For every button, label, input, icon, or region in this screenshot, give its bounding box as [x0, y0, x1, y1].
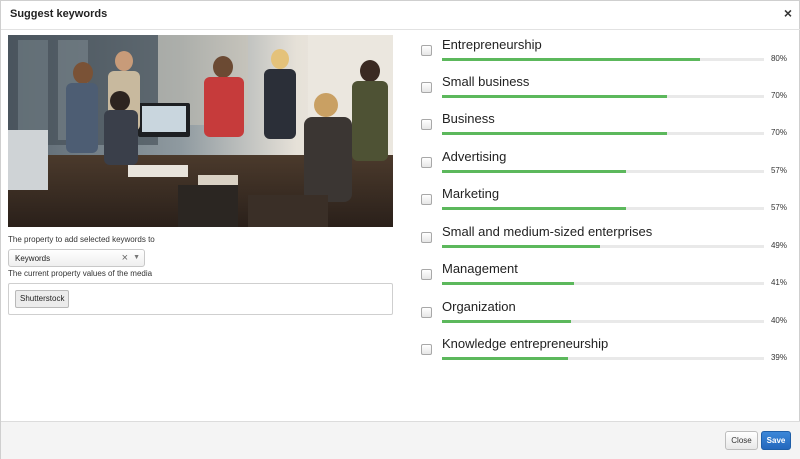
relevance-fill: [442, 58, 700, 61]
property-select[interactable]: Keywords × ▼: [8, 249, 145, 267]
keyword-label: Entrepreneurship: [442, 37, 542, 52]
value-tag: Shutterstock: [15, 290, 70, 308]
keyword-row: Organization 40%: [421, 299, 791, 335]
relevance-fill: [442, 95, 668, 98]
current-values-label: The current property values of the media: [8, 269, 153, 278]
dialog-title: Suggest keywords: [10, 8, 108, 20]
keyword-row: Small and medium-sized enterprises 49%: [421, 224, 791, 260]
relevance-bar: [442, 245, 764, 248]
relevance-percent: 70%: [770, 91, 787, 100]
relevance-bar: [442, 320, 764, 323]
keyword-row: Small business 70%: [421, 74, 791, 110]
relevance-bar: [442, 95, 764, 98]
relevance-bar: [442, 207, 764, 210]
suggest-keywords-dialog: Suggest keywords × The property to add s…: [0, 0, 800, 459]
relevance-bar: [442, 282, 764, 285]
relevance-fill: [442, 132, 668, 135]
relevance-fill: [442, 170, 626, 173]
relevance-bar: [442, 58, 764, 61]
keyword-row: Entrepreneurship 80%: [421, 37, 791, 73]
keyword-checkbox[interactable]: [421, 157, 432, 168]
relevance-percent: 39%: [770, 353, 787, 362]
keyword-checkbox[interactable]: [421, 119, 432, 130]
property-label: The property to add selected keywords to: [8, 235, 155, 244]
relevance-fill: [442, 207, 626, 210]
close-button[interactable]: Close: [725, 431, 758, 450]
relevance-fill: [442, 357, 568, 360]
keyword-label: Small business: [442, 74, 530, 89]
relevance-fill: [442, 245, 600, 248]
save-button[interactable]: Save: [761, 431, 791, 450]
office-team-photo: [8, 35, 393, 227]
keyword-label: Small and medium-sized enterprises: [442, 224, 653, 239]
keyword-checkbox[interactable]: [421, 194, 432, 205]
relevance-bar: [442, 132, 764, 135]
relevance-percent: 57%: [770, 166, 787, 175]
relevance-percent: 80%: [770, 54, 787, 63]
clear-icon[interactable]: ×: [122, 252, 128, 264]
keyword-row: Business 70%: [421, 111, 791, 147]
keyword-label: Business: [442, 111, 495, 126]
close-icon[interactable]: ×: [784, 6, 792, 20]
media-photo: [8, 35, 393, 227]
keyword-checkbox[interactable]: [421, 45, 432, 56]
keyword-row: Advertising 57%: [421, 149, 791, 185]
dialog-header: Suggest keywords ×: [1, 1, 800, 30]
keyword-label: Knowledge entrepreneurship: [442, 336, 609, 351]
relevance-bar: [442, 170, 764, 173]
dialog-footer: Close Save: [1, 421, 800, 459]
relevance-percent: 41%: [770, 278, 787, 287]
keyword-checkbox[interactable]: [421, 269, 432, 280]
keyword-checkbox[interactable]: [421, 344, 432, 355]
keyword-label: Management: [442, 261, 518, 276]
keyword-label: Advertising: [442, 149, 507, 164]
keyword-row: Marketing 57%: [421, 186, 791, 222]
keyword-label: Organization: [442, 299, 516, 314]
property-select-value: Keywords: [15, 254, 51, 263]
relevance-fill: [442, 320, 571, 323]
keyword-label: Marketing: [442, 186, 500, 201]
current-values-box: Shutterstock: [8, 283, 393, 315]
relevance-bar: [442, 357, 764, 360]
keyword-checkbox[interactable]: [421, 232, 432, 243]
chevron-down-icon[interactable]: ▼: [133, 254, 140, 261]
keyword-row: Management 41%: [421, 261, 791, 297]
keyword-checkbox[interactable]: [421, 307, 432, 318]
relevance-percent: 57%: [770, 203, 787, 212]
relevance-fill: [442, 282, 575, 285]
relevance-percent: 49%: [770, 241, 787, 250]
keyword-checkbox[interactable]: [421, 82, 432, 93]
keyword-row: Knowledge entrepreneurship 39%: [421, 336, 791, 372]
relevance-percent: 70%: [770, 128, 787, 137]
relevance-percent: 40%: [770, 316, 787, 325]
